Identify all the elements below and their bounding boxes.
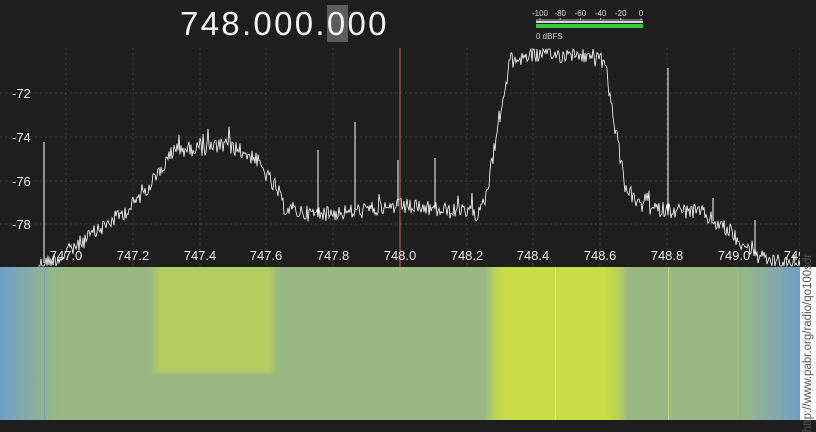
- meter-tick-label: 0: [639, 9, 644, 18]
- y-tick-label: -76: [12, 174, 31, 189]
- waterfall-line: [555, 267, 556, 420]
- x-tick-label: 747.6: [250, 248, 283, 263]
- frequency-display[interactable]: 748.000.000: [180, 4, 389, 44]
- waterfall-image: [0, 267, 800, 420]
- x-tick-label: 749.2: [784, 248, 800, 263]
- meter-track: [536, 21, 643, 23]
- waterfall-display[interactable]: [0, 267, 800, 420]
- credit-strip: http://www.pabr.org/radio/qo100sdr: [800, 254, 816, 432]
- x-tick-label: 747.0: [50, 248, 83, 263]
- level-meter: -100 -80 -60 -40 -20 0 0 dBFS: [532, 9, 644, 41]
- y-tick-label: -74: [12, 130, 31, 145]
- side-gutter: [800, 0, 816, 267]
- frequency-suffix[interactable]: 00: [348, 5, 389, 42]
- x-tick-label: 748.2: [451, 248, 484, 263]
- spectrum-plot[interactable]: -72 -74 -76 -78 747.0 747.2 747.4 747.6 747.8 74…: [0, 48, 800, 267]
- credit-link[interactable]: http://www.pabr.org/radio/qo100sdr: [802, 254, 814, 432]
- x-tick-label: 748.0: [384, 248, 417, 263]
- waterfall-line: [740, 267, 741, 420]
- sdr-app: 748.000.000 -100 -80 -60 -40 -20 0 0 dBFS -72…: [0, 0, 816, 432]
- x-tick-label: 749.0: [718, 248, 751, 263]
- meter-tick-label: -100: [532, 9, 549, 18]
- meter-unit-label: 0 dBFS: [536, 32, 563, 41]
- x-tick-label: 748.6: [584, 248, 617, 263]
- meter-tick-label: -20: [615, 9, 627, 18]
- header-bar: 748.000.000 -100 -80 -60 -40 -20 0 0 dBFS: [0, 0, 800, 48]
- waterfall-line: [44, 267, 45, 420]
- x-tick-label: 748.8: [651, 248, 684, 263]
- meter-tick-labels: -100 -80 -60 -40 -20 0: [532, 9, 644, 18]
- x-tick-label: 747.2: [117, 248, 150, 263]
- x-tick-label: 748.4: [517, 248, 550, 263]
- y-tick-label: -78: [12, 217, 31, 232]
- frequency-selected-digit[interactable]: 0: [326, 5, 348, 42]
- meter-level-bar: [536, 24, 643, 28]
- meter-tick-label: -40: [595, 9, 607, 18]
- x-tick-label: 747.8: [317, 248, 350, 263]
- meter-tick-label: -80: [554, 9, 566, 18]
- y-tick-label: -72: [12, 86, 31, 101]
- x-tick-label: 747.4: [184, 248, 217, 263]
- frequency-prefix[interactable]: 748.000.: [180, 5, 327, 42]
- meter-tick-label: -60: [575, 9, 587, 18]
- waterfall-line: [668, 267, 669, 420]
